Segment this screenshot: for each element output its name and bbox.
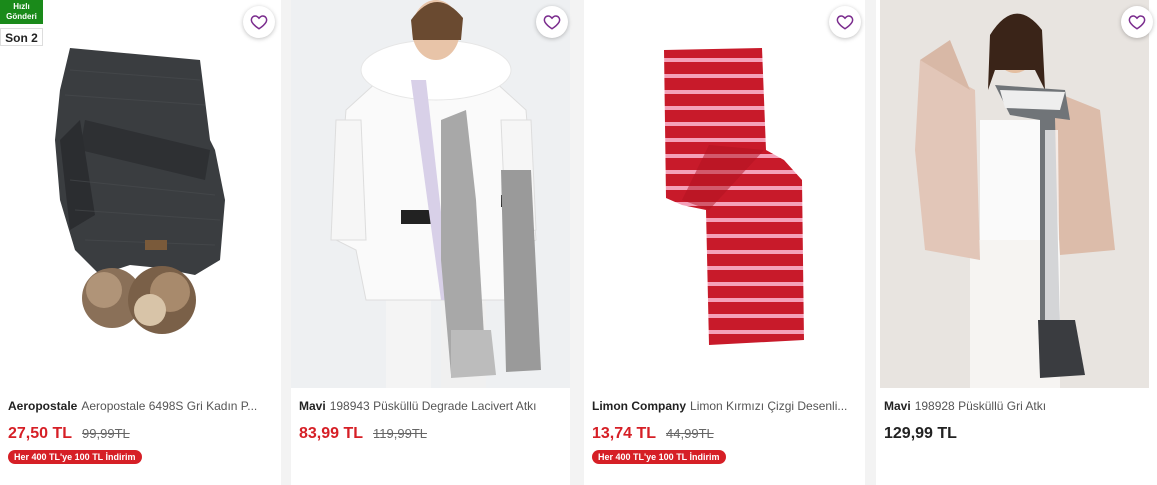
product-title[interactable]: Mavi 198928 Püsküllü Gri Atkı — [884, 399, 1149, 413]
promo-badge: Her 400 TL'ye 100 TL İndirim — [8, 450, 142, 464]
product-brand: Mavi — [299, 399, 326, 413]
promo-badge: Her 400 TL'ye 100 TL İndirim — [592, 450, 726, 464]
product-card[interactable]: Hızlı Gönderi Son 2 Aeropostale Aeropost… — [0, 0, 281, 485]
product-name: Aeropostale 6498S Gri Kadın P... — [81, 399, 258, 413]
current-price: 27,50 TL — [8, 425, 73, 442]
product-image[interactable] — [0, 0, 281, 388]
product-brand: Limon Company — [592, 399, 687, 413]
heart-icon — [1128, 15, 1146, 30]
stock-badge: Son 2 — [0, 28, 43, 46]
product-image[interactable] — [291, 0, 570, 388]
heart-icon — [543, 15, 561, 30]
product-brand: Aeropostale — [8, 399, 78, 413]
product-image[interactable] — [880, 0, 1149, 388]
favorite-button[interactable] — [243, 6, 275, 38]
product-card[interactable]: Mavi 198943 Püsküllü Degrade Lacivert Atk… — [291, 0, 570, 485]
product-title[interactable]: Limon Company Limon Kırmızı Çizgi Desenli… — [592, 399, 857, 413]
old-price: 119,99TL — [373, 426, 427, 441]
heart-icon — [250, 15, 268, 30]
heart-icon — [836, 15, 854, 30]
product-card[interactable]: Limon Company Limon Kırmızı Çizgi Desenli… — [584, 0, 865, 485]
product-name: 198928 Püsküllü Gri Atkı — [914, 399, 1047, 413]
old-price: 44,99TL — [666, 426, 714, 441]
favorite-button[interactable] — [536, 6, 568, 38]
favorite-button[interactable] — [829, 6, 861, 38]
product-title[interactable]: Aeropostale Aeropostale 6498S Gri Kadın P… — [8, 399, 273, 413]
product-name: Limon Kırmızı Çizgi Desenli... — [690, 399, 848, 413]
price-block: 13,74 TL 44,99TL — [592, 425, 714, 443]
product-image[interactable] — [584, 0, 865, 388]
favorite-button[interactable] — [1121, 6, 1153, 38]
price-block: 27,50 TL 99,99TL — [8, 425, 130, 443]
current-price: 83,99 TL — [299, 425, 364, 442]
old-price: 99,99TL — [82, 426, 130, 441]
price-block: 129,99 TL — [884, 425, 957, 443]
current-price: 129,99 TL — [884, 425, 957, 442]
current-price: 13,74 TL — [592, 425, 657, 442]
fast-delivery-badge: Hızlı Gönderi — [0, 0, 43, 24]
product-name: 198943 Püsküllü Degrade Lacivert Atkı — [329, 399, 537, 413]
product-title[interactable]: Mavi 198943 Püsküllü Degrade Lacivert Atk… — [299, 399, 562, 413]
product-card[interactable]: Mavi 198928 Püsküllü Gri Atkı 129,99 TL — [876, 0, 1157, 485]
price-block: 83,99 TL 119,99TL — [299, 425, 427, 443]
product-brand: Mavi — [884, 399, 911, 413]
